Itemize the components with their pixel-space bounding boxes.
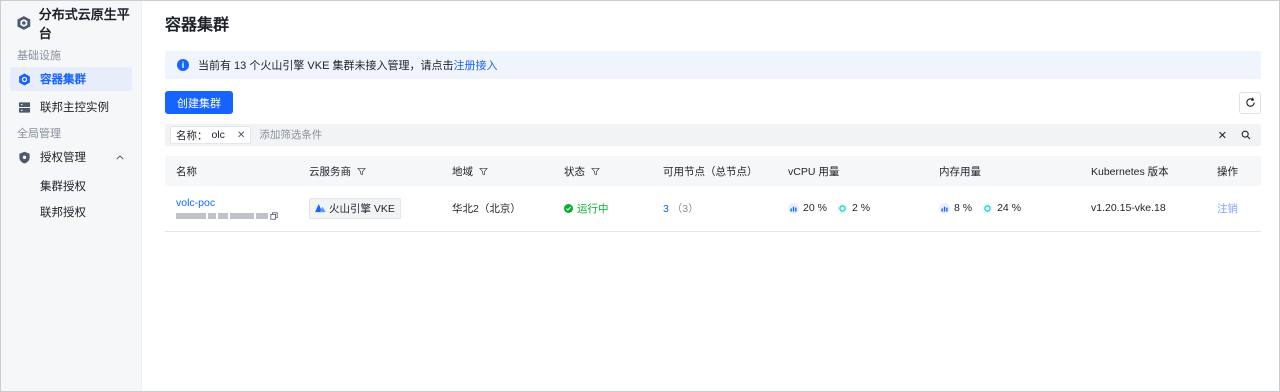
refresh-icon bbox=[1245, 97, 1255, 107]
table-row: volc-poc 火山引擎 VKE 华北2（北京） 运行中 3 （3） 20 %… bbox=[165, 186, 1261, 232]
sidebar-item-label: 容器集群 bbox=[40, 74, 86, 86]
sidebar-item-label: 联邦主控实例 bbox=[40, 102, 109, 114]
server-icon bbox=[18, 101, 31, 114]
cluster-name-link[interactable]: volc-poc bbox=[176, 197, 309, 209]
cell-provider: 火山引擎 VKE bbox=[309, 186, 452, 232]
table-header-row: 名称 云服务商 地域 状态 可用节点（总节点） vCPU 用量 内存用量 Kub… bbox=[165, 156, 1261, 186]
info-icon: i bbox=[177, 59, 189, 71]
nodes-available-link[interactable]: 3 bbox=[663, 203, 669, 215]
filter-input[interactable] bbox=[259, 129, 1218, 141]
clear-filter-icon[interactable]: ✕ bbox=[1218, 129, 1227, 142]
column-header-name: 名称 bbox=[165, 156, 309, 186]
memory-request-value: 24 % bbox=[997, 202, 1022, 214]
shield-icon bbox=[18, 151, 31, 164]
remove-filter-icon[interactable]: ✕ bbox=[237, 130, 245, 141]
volcengine-icon bbox=[315, 203, 326, 212]
vcpu-request-value: 2 % bbox=[851, 202, 871, 214]
platform-logo-icon bbox=[17, 16, 31, 30]
request-gauge-icon bbox=[836, 202, 848, 214]
column-header-nodes: 可用节点（总节点） bbox=[663, 156, 788, 186]
column-header-version: Kubernetes 版本 bbox=[1091, 156, 1217, 186]
notice-banner: i 当前有 13 个火山引擎 VKE 集群未接入管理，请点击 注册接入 bbox=[165, 51, 1261, 79]
cell-actions: 注销 bbox=[1217, 186, 1261, 232]
cell-region: 华北2（北京） bbox=[452, 186, 564, 232]
cell-vcpu: 20 % 2 % bbox=[788, 186, 939, 232]
success-check-icon bbox=[564, 203, 573, 213]
sidebar-subitem-cluster-auth[interactable]: 集群授权 bbox=[1, 173, 141, 199]
status-badge: 运行中 bbox=[564, 201, 609, 216]
column-header-memory: 内存用量 bbox=[939, 156, 1091, 186]
cluster-table: 名称 云服务商 地域 状态 可用节点（总节点） vCPU 用量 内存用量 Kub… bbox=[165, 156, 1261, 232]
column-header-provider[interactable]: 云服务商 bbox=[309, 156, 452, 186]
column-header-status[interactable]: 状态 bbox=[564, 156, 663, 186]
main-content: 容器集群 i 当前有 13 个火山引擎 VKE 集群未接入管理，请点击 注册接入… bbox=[142, 1, 1279, 391]
chevron-up-icon[interactable] bbox=[116, 152, 124, 162]
cell-nodes: 3 （3） bbox=[663, 186, 788, 232]
usage-chart-icon bbox=[939, 202, 950, 214]
filter-tag-value: olc bbox=[211, 129, 225, 141]
column-header-vcpu: vCPU 用量 bbox=[788, 156, 939, 186]
toolbar: 创建集群 bbox=[165, 91, 1261, 114]
sidebar: 分布式云原生平台 基础设施 容器集群 联邦主控实例 全局管理 授权管理 集群授权… bbox=[1, 1, 142, 391]
status-text: 运行中 bbox=[577, 202, 609, 215]
filter-tag[interactable]: 名称： olc ✕ bbox=[170, 126, 252, 144]
filter-funnel-icon[interactable] bbox=[479, 167, 488, 176]
cluster-icon bbox=[18, 72, 31, 86]
provider-tag: 火山引擎 VKE bbox=[309, 197, 401, 219]
app-brand: 分布式云原生平台 bbox=[1, 1, 141, 45]
vcpu-used-value: 20 % bbox=[803, 202, 827, 214]
refresh-button[interactable] bbox=[1239, 91, 1261, 114]
provider-label: 火山引擎 VKE bbox=[329, 202, 395, 215]
sidebar-item-label: 授权管理 bbox=[40, 152, 86, 164]
nodes-total: （3） bbox=[671, 202, 699, 215]
cluster-id bbox=[176, 212, 309, 220]
usage-chart-icon bbox=[788, 202, 799, 214]
sidebar-subitem-federation-auth[interactable]: 联邦授权 bbox=[1, 199, 141, 225]
register-link[interactable]: 注册接入 bbox=[453, 57, 497, 73]
column-header-actions: 操作 bbox=[1217, 156, 1261, 186]
app-title: 分布式云原生平台 bbox=[38, 7, 130, 41]
sidebar-group-global: 全局管理 bbox=[17, 128, 61, 140]
sidebar-item-clusters[interactable]: 容器集群 bbox=[10, 67, 132, 91]
notice-text: 当前有 13 个火山引擎 VKE 集群未接入管理，请点击 bbox=[198, 60, 454, 72]
cell-version: v1.20.15-vke.18 bbox=[1091, 186, 1217, 232]
page-title: 容器集群 bbox=[165, 17, 230, 34]
request-gauge-icon bbox=[982, 202, 994, 214]
search-icon[interactable] bbox=[1241, 130, 1251, 140]
cell-status: 运行中 bbox=[564, 186, 663, 232]
filter-funnel-icon[interactable] bbox=[591, 167, 600, 176]
cell-name: volc-poc bbox=[165, 186, 309, 232]
sidebar-item-authorization[interactable]: 授权管理 bbox=[10, 145, 132, 169]
filter-bar: 名称： olc ✕ ✕ bbox=[165, 124, 1261, 146]
sidebar-group-infrastructure: 基础设施 bbox=[17, 50, 61, 62]
cell-memory: 8 % 24 % bbox=[939, 186, 1091, 232]
sidebar-item-federation-master[interactable]: 联邦主控实例 bbox=[10, 95, 132, 119]
memory-used-value: 8 % bbox=[954, 202, 973, 214]
column-header-region[interactable]: 地域 bbox=[452, 156, 564, 186]
copy-icon[interactable] bbox=[270, 212, 278, 220]
filter-funnel-icon[interactable] bbox=[357, 167, 366, 176]
filter-tag-label: 名称： bbox=[176, 129, 208, 142]
app-window: 分布式云原生平台 基础设施 容器集群 联邦主控实例 全局管理 授权管理 集群授权… bbox=[0, 0, 1280, 392]
create-cluster-button[interactable]: 创建集群 bbox=[165, 91, 233, 114]
deregister-button[interactable]: 注销 bbox=[1217, 203, 1238, 215]
